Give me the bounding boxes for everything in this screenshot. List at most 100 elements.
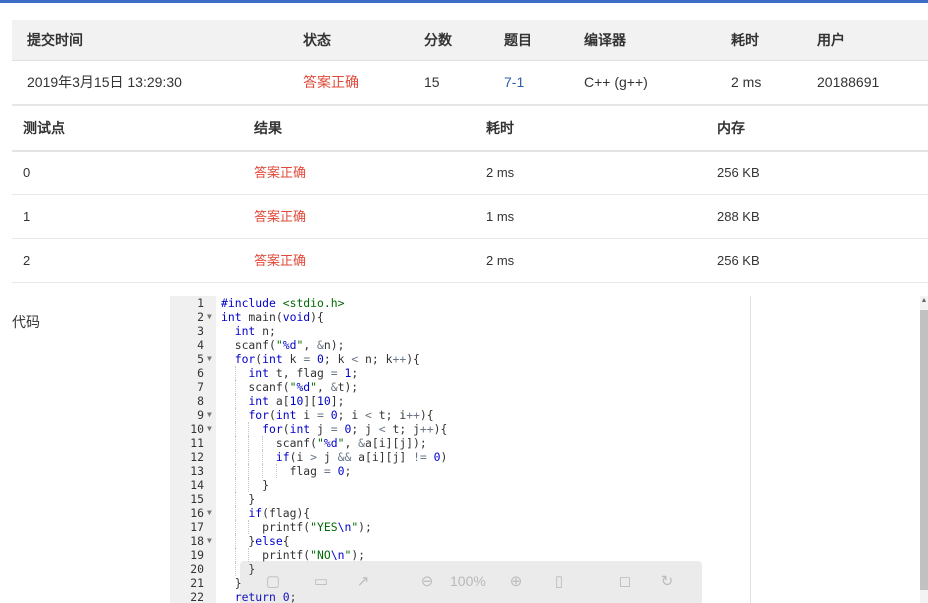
indent-guide [234,408,236,422]
code-text: for(int i = 0; i < t; i++){ [248,408,434,422]
code-line[interactable]: 6 int t, flag = 1; [170,366,750,380]
code-text: scanf("%d", &t); [221,380,359,394]
indent-guide [248,548,250,562]
scrollbar-thumb[interactable] [920,310,928,590]
code-line[interactable]: 12 if(i > j && a[i][j] != 0) [170,450,750,464]
line-number: 10 [190,422,204,436]
line-number: 8 [197,394,204,408]
header-score[interactable]: 分数 [424,20,452,60]
code-line[interactable]: 3 int n; [170,324,750,338]
indent-guide [234,534,236,548]
code-line[interactable]: 14 } [170,478,750,492]
code-text: for(int k = 0; k < n; k++){ [234,352,420,366]
code-line[interactable]: 2 ▼ int main(void){ [170,310,750,324]
page-scrollbar[interactable]: ▲ [920,296,928,603]
testcase-result: 答案正确 [254,165,307,180]
testcase-id: 1 [23,209,31,224]
header-compiler[interactable]: 编译器 [584,20,626,60]
code-line[interactable]: 19 printf("NO\n"); [170,548,750,562]
indent-guide [234,450,236,464]
code-text: if(i > j && a[i][j] != 0) [275,450,448,464]
fit-icon[interactable]: ▯ [550,573,568,591]
line-number: 15 [190,492,204,506]
testcase-id: 0 [23,165,31,180]
header-duration[interactable]: 耗时 [731,20,759,60]
fold-arrow-icon[interactable]: ▼ [207,352,212,366]
header-status[interactable]: 状态 [303,20,331,60]
code-line[interactable]: 13 flag = 0; [170,464,750,478]
line-number: 6 [197,366,204,380]
header-testcase: 测试点 [23,120,65,136]
line-number: 22 [190,590,204,603]
code-line[interactable]: 18 ▼ }else{ [170,534,750,548]
code-line[interactable]: 8 int a[10][10]; [170,394,750,408]
code-text: }else{ [221,534,290,548]
problem-link[interactable]: 7-1 [504,61,524,104]
indent-guide [234,464,236,478]
line-number: 18 [190,534,204,548]
testcase-result: 答案正确 [254,253,307,268]
code-line[interactable]: 1 #include <stdio.h> [170,296,750,310]
header-submit-time[interactable]: 提交时间 [27,20,83,60]
indent-guide [262,464,264,478]
line-number: 9 [197,408,204,422]
share-icon[interactable]: ↗ [354,573,372,591]
indent-guide [248,450,250,464]
zoom-in-icon[interactable]: ⊕ [507,573,525,591]
header-result: 结果 [254,120,282,136]
code-editor[interactable]: 1 #include <stdio.h> 2 ▼ int main(void){3 in… [170,296,751,603]
save-icon[interactable]: ▢ [264,573,282,591]
indent-guide [234,422,236,436]
fold-arrow-icon[interactable]: ▼ [207,422,212,436]
indent-guide [234,478,236,492]
indent-guide [262,436,264,450]
indent-guide [234,492,236,506]
code-text: int t, flag = 1; [248,366,359,380]
code-text: } [221,492,256,506]
indent-guide [234,394,236,408]
line-number: 2 [197,310,204,324]
comment-icon[interactable]: ▭ [312,573,330,591]
code-line[interactable]: 4 scanf("%d", &n); [170,338,750,352]
code-line[interactable]: 17 printf("YES\n"); [170,520,750,534]
submission-table-header: 提交时间 状态 分数 题目 编译器 耗时 用户 [12,20,928,61]
code-line[interactable]: 7 scanf("%d", &t); [170,380,750,394]
submission-row: 2019年3月15日 13:29:30 答案正确 15 7-1 C++ (g++… [12,61,928,106]
testcase-memory: 256 KB [717,253,760,268]
indent-guide [234,506,236,520]
line-number: 1 [197,296,204,310]
code-line[interactable]: 11 scanf("%d", &a[i][j]); [170,436,750,450]
code-text: scanf("%d", &n); [221,338,345,352]
indent-guide [275,464,277,478]
code-line[interactable]: 16 ▼ if(flag){ [170,506,750,520]
line-number: 7 [197,380,204,394]
scroll-up-arrow-icon[interactable]: ▲ [920,296,928,306]
line-number: 11 [190,436,204,450]
code-text: #include <stdio.h> [221,296,345,310]
fold-arrow-icon[interactable]: ▼ [207,506,212,520]
testcase-row: 2 答案正确 2 ms 256 KB [12,239,928,283]
testcase-result: 答案正确 [254,209,307,224]
header-user[interactable]: 用户 [817,20,845,60]
fullscreen-icon[interactable]: ◻ [616,573,634,591]
code-line[interactable]: 5 ▼ for(int k = 0; k < n; k++){ [170,352,750,366]
code-line[interactable]: 10 ▼ for(int j = 0; j < t; j++){ [170,422,750,436]
zoom-out-icon[interactable]: ⊖ [418,573,436,591]
submission-table: 提交时间 状态 分数 题目 编译器 耗时 用户 2019年3月15日 13:29… [12,20,928,106]
header-problem[interactable]: 题目 [504,20,532,60]
code-line[interactable]: 9 ▼ for(int i = 0; i < t; i++){ [170,408,750,422]
rotate-icon[interactable]: ↻ [658,573,676,591]
top-accent-line [0,0,928,3]
header-memory: 内存 [717,120,745,136]
indent-guide [248,422,250,436]
fold-arrow-icon[interactable]: ▼ [207,310,212,324]
testcase-row: 0 答案正确 2 ms 256 KB [12,152,928,195]
fold-arrow-icon[interactable]: ▼ [207,534,212,548]
compiler: C++ (g++) [584,74,648,90]
image-viewer-toolbar: ▢ ▭ ↗ ⊖ 100% ⊕ ▯ ◻ ↻ [240,561,702,603]
line-number: 12 [190,450,204,464]
line-number: 4 [197,338,204,352]
fold-arrow-icon[interactable]: ▼ [207,408,212,422]
code-line[interactable]: 15 } [170,492,750,506]
code-text: flag = 0; [221,464,352,478]
